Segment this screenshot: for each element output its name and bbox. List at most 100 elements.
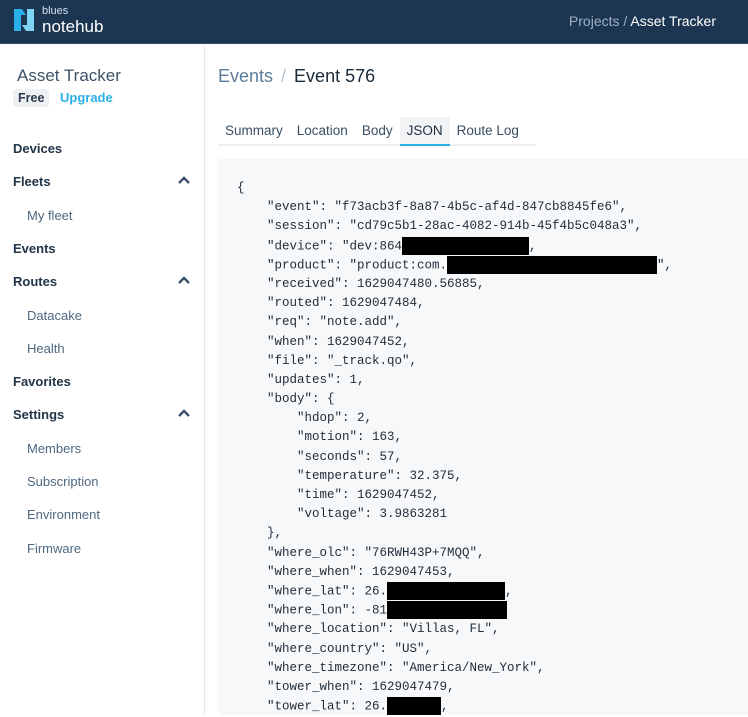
breadcrumb-separator: /: [281, 66, 287, 86]
json-text: {: [237, 181, 245, 195]
json-viewer: { "event": "f73acb3f-8a87-4b5c-af4d-847cb…: [218, 159, 748, 716]
breadcrumb: Events / Event 576: [218, 66, 375, 87]
json-text: "when": 1629047452,: [267, 334, 410, 349]
main-content: Events / Event 576 Summary Location Body JSON…: [206, 45, 748, 716]
json-line: "seconds": 57,: [237, 448, 748, 467]
redaction-block: [387, 697, 442, 716]
chevron-up-icon[interactable]: [178, 408, 190, 418]
json-text: ,: [505, 584, 513, 599]
json-text: "routed": 1629047484,: [267, 296, 425, 311]
sidebar-item-fleets[interactable]: Fleets: [13, 174, 198, 192]
page-title: Event 576: [294, 66, 376, 86]
sidebar-item-label: Routes: [13, 274, 58, 290]
sidebar-item-favorites[interactable]: Favorites: [13, 374, 198, 392]
json-text: "req": "note.add",: [267, 315, 403, 330]
json-line: "motion": 163,: [237, 428, 748, 447]
sidebar-item-subscription[interactable]: Subscription: [27, 474, 197, 492]
tab-body[interactable]: Body: [355, 117, 400, 146]
redaction-block: [402, 236, 530, 255]
sidebar-item-label: Subscription: [27, 474, 99, 489]
sidebar-item-devices[interactable]: Devices: [13, 141, 198, 159]
sidebar-item-members[interactable]: Members: [27, 441, 197, 459]
sidebar-item-label: Fleets: [13, 174, 51, 190]
json-text: "temperature": 32.375,: [297, 468, 463, 483]
upgrade-link[interactable]: Upgrade: [60, 90, 113, 105]
projects-link[interactable]: Projects: [569, 13, 620, 29]
blues-logo-icon[interactable]: [12, 7, 36, 33]
json-line: "product": "product:com. ",: [237, 255, 748, 275]
project-title: Asset Tracker: [17, 66, 121, 85]
sidebar-item-health[interactable]: Health: [27, 341, 197, 359]
json-line: "temperature": 32.375,: [237, 467, 748, 486]
json-line: "req": "note.add",: [237, 313, 748, 332]
json-line: "received": 1629047480.56885,: [237, 275, 748, 294]
json-text: "tower_when": 1629047479,: [267, 679, 455, 694]
json-text: "device": "dev:864: [267, 238, 403, 253]
json-text: },: [267, 526, 283, 541]
redaction-block: [447, 255, 658, 274]
sidebar-item-datacake[interactable]: Datacake: [27, 308, 197, 326]
json-text: "product": "product:com.: [267, 258, 448, 273]
json-line: "event": "f73acb3f-8a87-4b5c-af4d-847cb8…: [237, 198, 748, 217]
json-text: "where_timezone": "America/New_York",: [267, 660, 545, 675]
sidebar-item-label: Events: [13, 240, 56, 256]
chevron-up-icon[interactable]: [178, 175, 190, 185]
sidebar-item-environment[interactable]: Environment: [27, 507, 197, 525]
json-line: "time": 1629047452,: [237, 486, 748, 505]
tab-json[interactable]: JSON: [399, 117, 450, 146]
json-text: ,: [529, 238, 537, 253]
json-line: "where_lat": 26.,: [237, 581, 748, 601]
json-line: "session": "cd79c5b1-28ac-4082-914b-45f4…: [237, 217, 748, 236]
sidebar-item-label: My fleet: [27, 207, 73, 223]
json-text: "hdop": 2,: [297, 411, 373, 426]
json-text: ",: [657, 258, 673, 273]
json-line: "when": 1629047452,: [237, 333, 748, 352]
tab-summary[interactable]: Summary: [218, 117, 290, 146]
json-line: "where_country": "US",: [237, 640, 748, 659]
sidebar-item-label: Datacake: [27, 307, 82, 323]
json-text: "tower_lat": 26.: [267, 699, 388, 714]
json-line: "where_when": 1629047453,: [237, 563, 748, 582]
json-text: "seconds": 57,: [297, 449, 403, 464]
json-line: "voltage": 3.9863281: [237, 505, 748, 524]
json-text: "voltage": 3.9863281: [297, 507, 448, 522]
breadcrumb-events-link[interactable]: Events: [218, 66, 273, 86]
json-text: "where_olc": "76RWH43P+7MQQ",: [267, 545, 485, 560]
json-text: "received": 1629047480.56885,: [267, 276, 485, 291]
json-text: ,: [441, 699, 449, 714]
brand-name: notehub: [42, 17, 104, 36]
json-line: "where_location": "Villas, FL",: [237, 620, 748, 639]
chevron-up-icon[interactable]: [178, 275, 190, 285]
sidebar-item-label: Members: [27, 440, 82, 456]
sidebar-item-settings[interactable]: Settings: [13, 407, 198, 425]
tab-location[interactable]: Location: [290, 117, 355, 146]
brand-name-small: blues: [42, 5, 69, 17]
sidebar: Asset Tracker Free Upgrade Devices Fleets…: [0, 45, 205, 715]
json-text: "body": {: [267, 392, 335, 407]
json-line: "device": "dev:864,: [237, 236, 748, 256]
json-text: "where_lon": -81: [267, 603, 388, 618]
sidebar-item-my-fleet[interactable]: My fleet: [27, 208, 197, 226]
project-breadcrumb: Projects / Asset Tracker: [569, 13, 716, 29]
json-text: "where_location": "Villas, FL",: [267, 622, 500, 637]
json-line: "tower_when": 1629047479,: [237, 678, 748, 697]
json-line: "where_lon": -81: [237, 601, 748, 620]
json-text: "file": "_track.qo",: [267, 353, 418, 368]
json-text: "motion": 163,: [297, 430, 403, 445]
sidebar-item-routes[interactable]: Routes: [13, 274, 198, 292]
json-text: "session": "cd79c5b1-28ac-4082-914b-45f4…: [267, 219, 643, 234]
json-text: "where_when": 1629047453,: [267, 564, 455, 579]
json-text: "time": 1629047452,: [297, 488, 440, 502]
tab-route-log[interactable]: Route Log: [450, 117, 526, 146]
json-text: "event": "f73acb3f-8a87-4b5c-af4d-847cb8…: [267, 200, 628, 215]
json-line: "where_olc": "76RWH43P+7MQQ",: [237, 544, 748, 563]
sidebar-item-firmware[interactable]: Firmware: [27, 541, 197, 559]
crumb-separator: /: [619, 13, 631, 29]
json-line: "file": "_track.qo",: [237, 352, 748, 371]
sidebar-item-events[interactable]: Events: [13, 241, 198, 259]
sidebar-item-label: Favorites: [13, 374, 71, 390]
json-line: "updates": 1,: [237, 371, 748, 390]
sidebar-item-label: Health: [27, 340, 65, 356]
top-bar: blues notehub Projects / Asset Tracker: [0, 0, 748, 44]
json-line: {: [237, 179, 748, 198]
